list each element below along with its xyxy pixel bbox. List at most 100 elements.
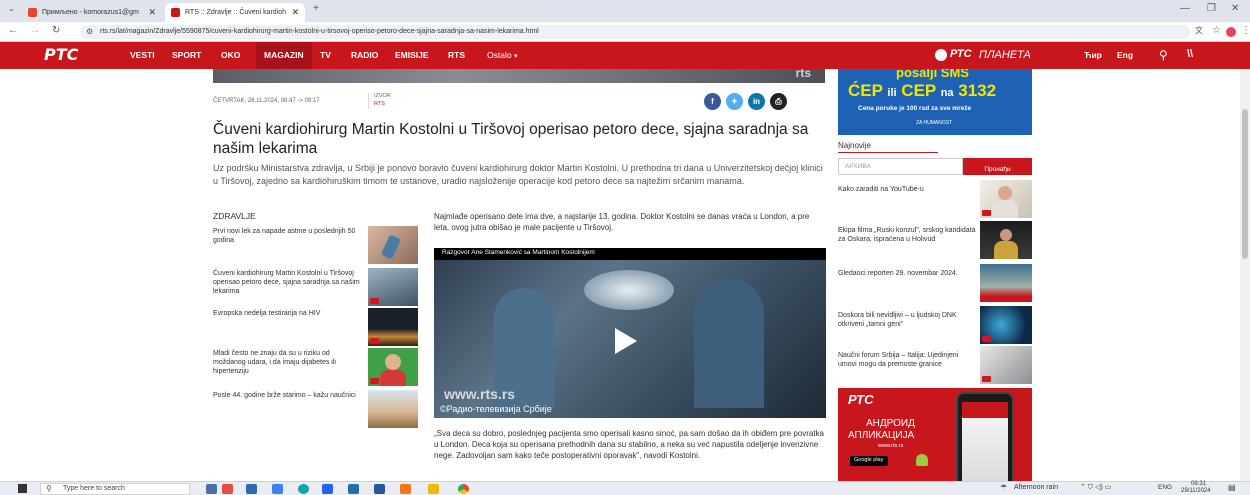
forum-thumbnail — [980, 346, 1032, 384]
lang-cyrillic[interactable]: Ћир — [1084, 42, 1102, 69]
tab-search-icon[interactable]: ⌄ — [8, 4, 15, 13]
nav-sport[interactable]: SPORT — [166, 42, 207, 69]
ad-line1: posalji SMS — [896, 69, 969, 80]
scrollbar-thumb[interactable] — [1242, 109, 1248, 259]
bookmark-star-icon[interactable]: ☆ — [1212, 25, 1221, 36]
surgical-light — [584, 270, 674, 310]
person-shape — [998, 186, 1012, 200]
clock-date[interactable]: 29/11/2024 — [1181, 488, 1211, 494]
clock-time[interactable]: 08:31 — [1191, 481, 1206, 487]
ad-number: 3132 — [958, 81, 997, 100]
profile-avatar[interactable] — [1226, 27, 1236, 37]
close-tab-icon[interactable]: ✕ — [291, 3, 299, 22]
planeta-icon — [935, 49, 947, 61]
find-button[interactable]: Пронађи — [963, 158, 1032, 175]
sidebar-item[interactable]: Čuveni kardiohirurg Martin Kostolni u Ti… — [213, 268, 423, 306]
app-icon[interactable] — [322, 484, 333, 494]
lang-english[interactable]: Eng — [1117, 42, 1133, 69]
url-field[interactable]: ⚙ rts.rs/lat/magazin/Zdravlje/5590875/cu… — [80, 25, 1190, 39]
search-icon[interactable]: ⚲ — [1159, 48, 1168, 62]
film-thumbnail — [980, 221, 1032, 259]
windows-start-icon[interactable] — [18, 484, 27, 493]
facebook-share-icon[interactable]: f — [704, 93, 721, 110]
file-explorer-icon[interactable] — [246, 484, 257, 494]
reporters-thumbnail — [980, 264, 1032, 302]
chrome-icon[interactable] — [458, 484, 469, 494]
notification-icon[interactable]: ▤ — [1228, 483, 1236, 492]
sidebar-item[interactable]: Evropska nedelja testiranja na HIV — [213, 308, 423, 346]
word-icon[interactable] — [374, 484, 385, 494]
twitter-share-icon[interactable]: ✦ — [726, 93, 743, 110]
latest-item-title: Ekipa filma „Ruski konzul", srskog kandi… — [838, 227, 976, 243]
app-icon[interactable] — [272, 484, 283, 494]
sidebar-item-title: Čuveni kardiohirurg Martin Kostolni u Ti… — [213, 270, 360, 295]
video-icon — [982, 376, 991, 382]
back-icon[interactable]: ← — [8, 25, 18, 36]
nav-oko[interactable]: OKO — [215, 42, 246, 69]
nav-tv[interactable]: TV — [314, 42, 337, 69]
minimize-icon[interactable]: — — [1180, 3, 1190, 14]
video-icon — [982, 336, 991, 342]
tab-gmail[interactable]: Примљено - komorazus1@gm ✕ — [22, 3, 162, 22]
edge-icon[interactable] — [298, 484, 309, 494]
site-info-icon[interactable]: ⚙ — [86, 25, 93, 39]
app-icon[interactable] — [348, 484, 359, 494]
tray-icons[interactable]: ⌃ ⛉ ◁) ▭ — [1080, 483, 1111, 492]
source-value[interactable]: RTS — [374, 101, 385, 107]
sidebar-item[interactable]: Mladi često ne znaju da su u riziku od m… — [213, 348, 423, 386]
tab-rts[interactable]: RTS :: Zdravlje :: Čuveni kardioh ✕ — [165, 3, 305, 22]
ad-ili: ili — [887, 87, 897, 99]
ad-cep-cyr: ĆEP — [848, 81, 883, 100]
weather-text[interactable]: Afternoon rain — [1014, 484, 1058, 491]
close-window-icon[interactable]: ✕ — [1231, 3, 1239, 14]
nav-magazin[interactable]: MAGAZIN — [256, 42, 312, 69]
nav-emisije[interactable]: EMISIJE — [389, 42, 435, 69]
print-icon[interactable]: ⎙ — [770, 93, 787, 110]
sms-ad-banner[interactable]: posalji SMS ĆEP ili CEP na 3132 Cena por… — [838, 69, 1032, 135]
file-icon[interactable] — [428, 484, 439, 494]
nav-radio[interactable]: RADIO — [345, 42, 384, 69]
archive-input[interactable]: АРХИВА — [838, 158, 963, 175]
latest-item-title: Kako zaraditi na YouTube-u — [838, 186, 924, 193]
sidebar-heading[interactable]: ZDRAVLJE — [213, 211, 256, 221]
sidebar-item-title: Posle 44. godine brže starimo – kažu nau… — [213, 392, 356, 399]
planeta-logo[interactable]: РТС — [950, 48, 972, 60]
article-paragraph: Najmlađe operisano dete ima dve, a najst… — [434, 212, 810, 232]
video-player[interactable]: Razgovor Ane Stamenković sa Martinom Kos… — [434, 248, 826, 418]
weather-icon[interactable]: ☂ — [1000, 483, 1007, 492]
android-app-ad[interactable]: РТС АНДРОИД АПЛИКАЦИЈА www.rts.rs Google… — [838, 388, 1032, 481]
sidebar-item[interactable]: Prvi novi lek za napade astme u poslednj… — [213, 226, 423, 264]
play-icon[interactable] — [615, 328, 637, 354]
latest-underline — [838, 152, 938, 153]
restore-icon[interactable]: ❐ — [1207, 3, 1216, 14]
page-scrollbar[interactable] — [1240, 69, 1250, 481]
rss-icon[interactable]: \\ — [1187, 48, 1193, 60]
menu-icon[interactable]: ⋮ — [1241, 25, 1250, 36]
taskbar-search[interactable]: ⚲ Type here to search — [40, 483, 190, 495]
gmail-icon — [28, 8, 37, 17]
app-icon[interactable] — [400, 484, 411, 494]
video-icon — [982, 210, 991, 216]
language-indicator[interactable]: ENG — [1158, 484, 1172, 491]
sidebar-item[interactable]: Posle 44. godine brže starimo – kažu nau… — [213, 390, 423, 428]
ad-cep-lat: CEP — [901, 81, 936, 100]
nav-ostalo[interactable]: Ostalo ▾ — [481, 42, 523, 69]
windows-taskbar: ⚲ Type here to search ☂ Afternoon rain ⌃… — [0, 481, 1250, 495]
tab-label: RTS :: Zdravlje :: Čuveni kardioh — [185, 9, 287, 16]
rts-logo[interactable]: РТС — [44, 45, 78, 64]
latest-item-title: Gledaoci reporteri 29. novembar 2024. — [838, 270, 958, 277]
new-tab-button[interactable]: + — [313, 3, 319, 14]
translate-icon[interactable]: 文 — [1195, 25, 1203, 36]
video-copyright: ©Радио-телевизија Србије — [440, 404, 552, 414]
app-icon[interactable] — [222, 484, 233, 494]
planeta-text[interactable]: ПЛАНЕТА — [979, 49, 1031, 61]
linkedin-share-icon[interactable]: in — [748, 93, 765, 110]
nav-rts[interactable]: RTS — [442, 42, 471, 69]
nav-vesti[interactable]: VESTI — [124, 42, 161, 69]
google-play-badge[interactable]: Google play — [850, 456, 888, 466]
close-tab-icon[interactable]: ✕ — [148, 3, 156, 22]
rts-icon — [171, 8, 180, 17]
task-view-icon[interactable] — [206, 484, 217, 494]
reload-icon[interactable]: ↻ — [52, 25, 60, 36]
forward-icon[interactable]: → — [30, 25, 40, 36]
